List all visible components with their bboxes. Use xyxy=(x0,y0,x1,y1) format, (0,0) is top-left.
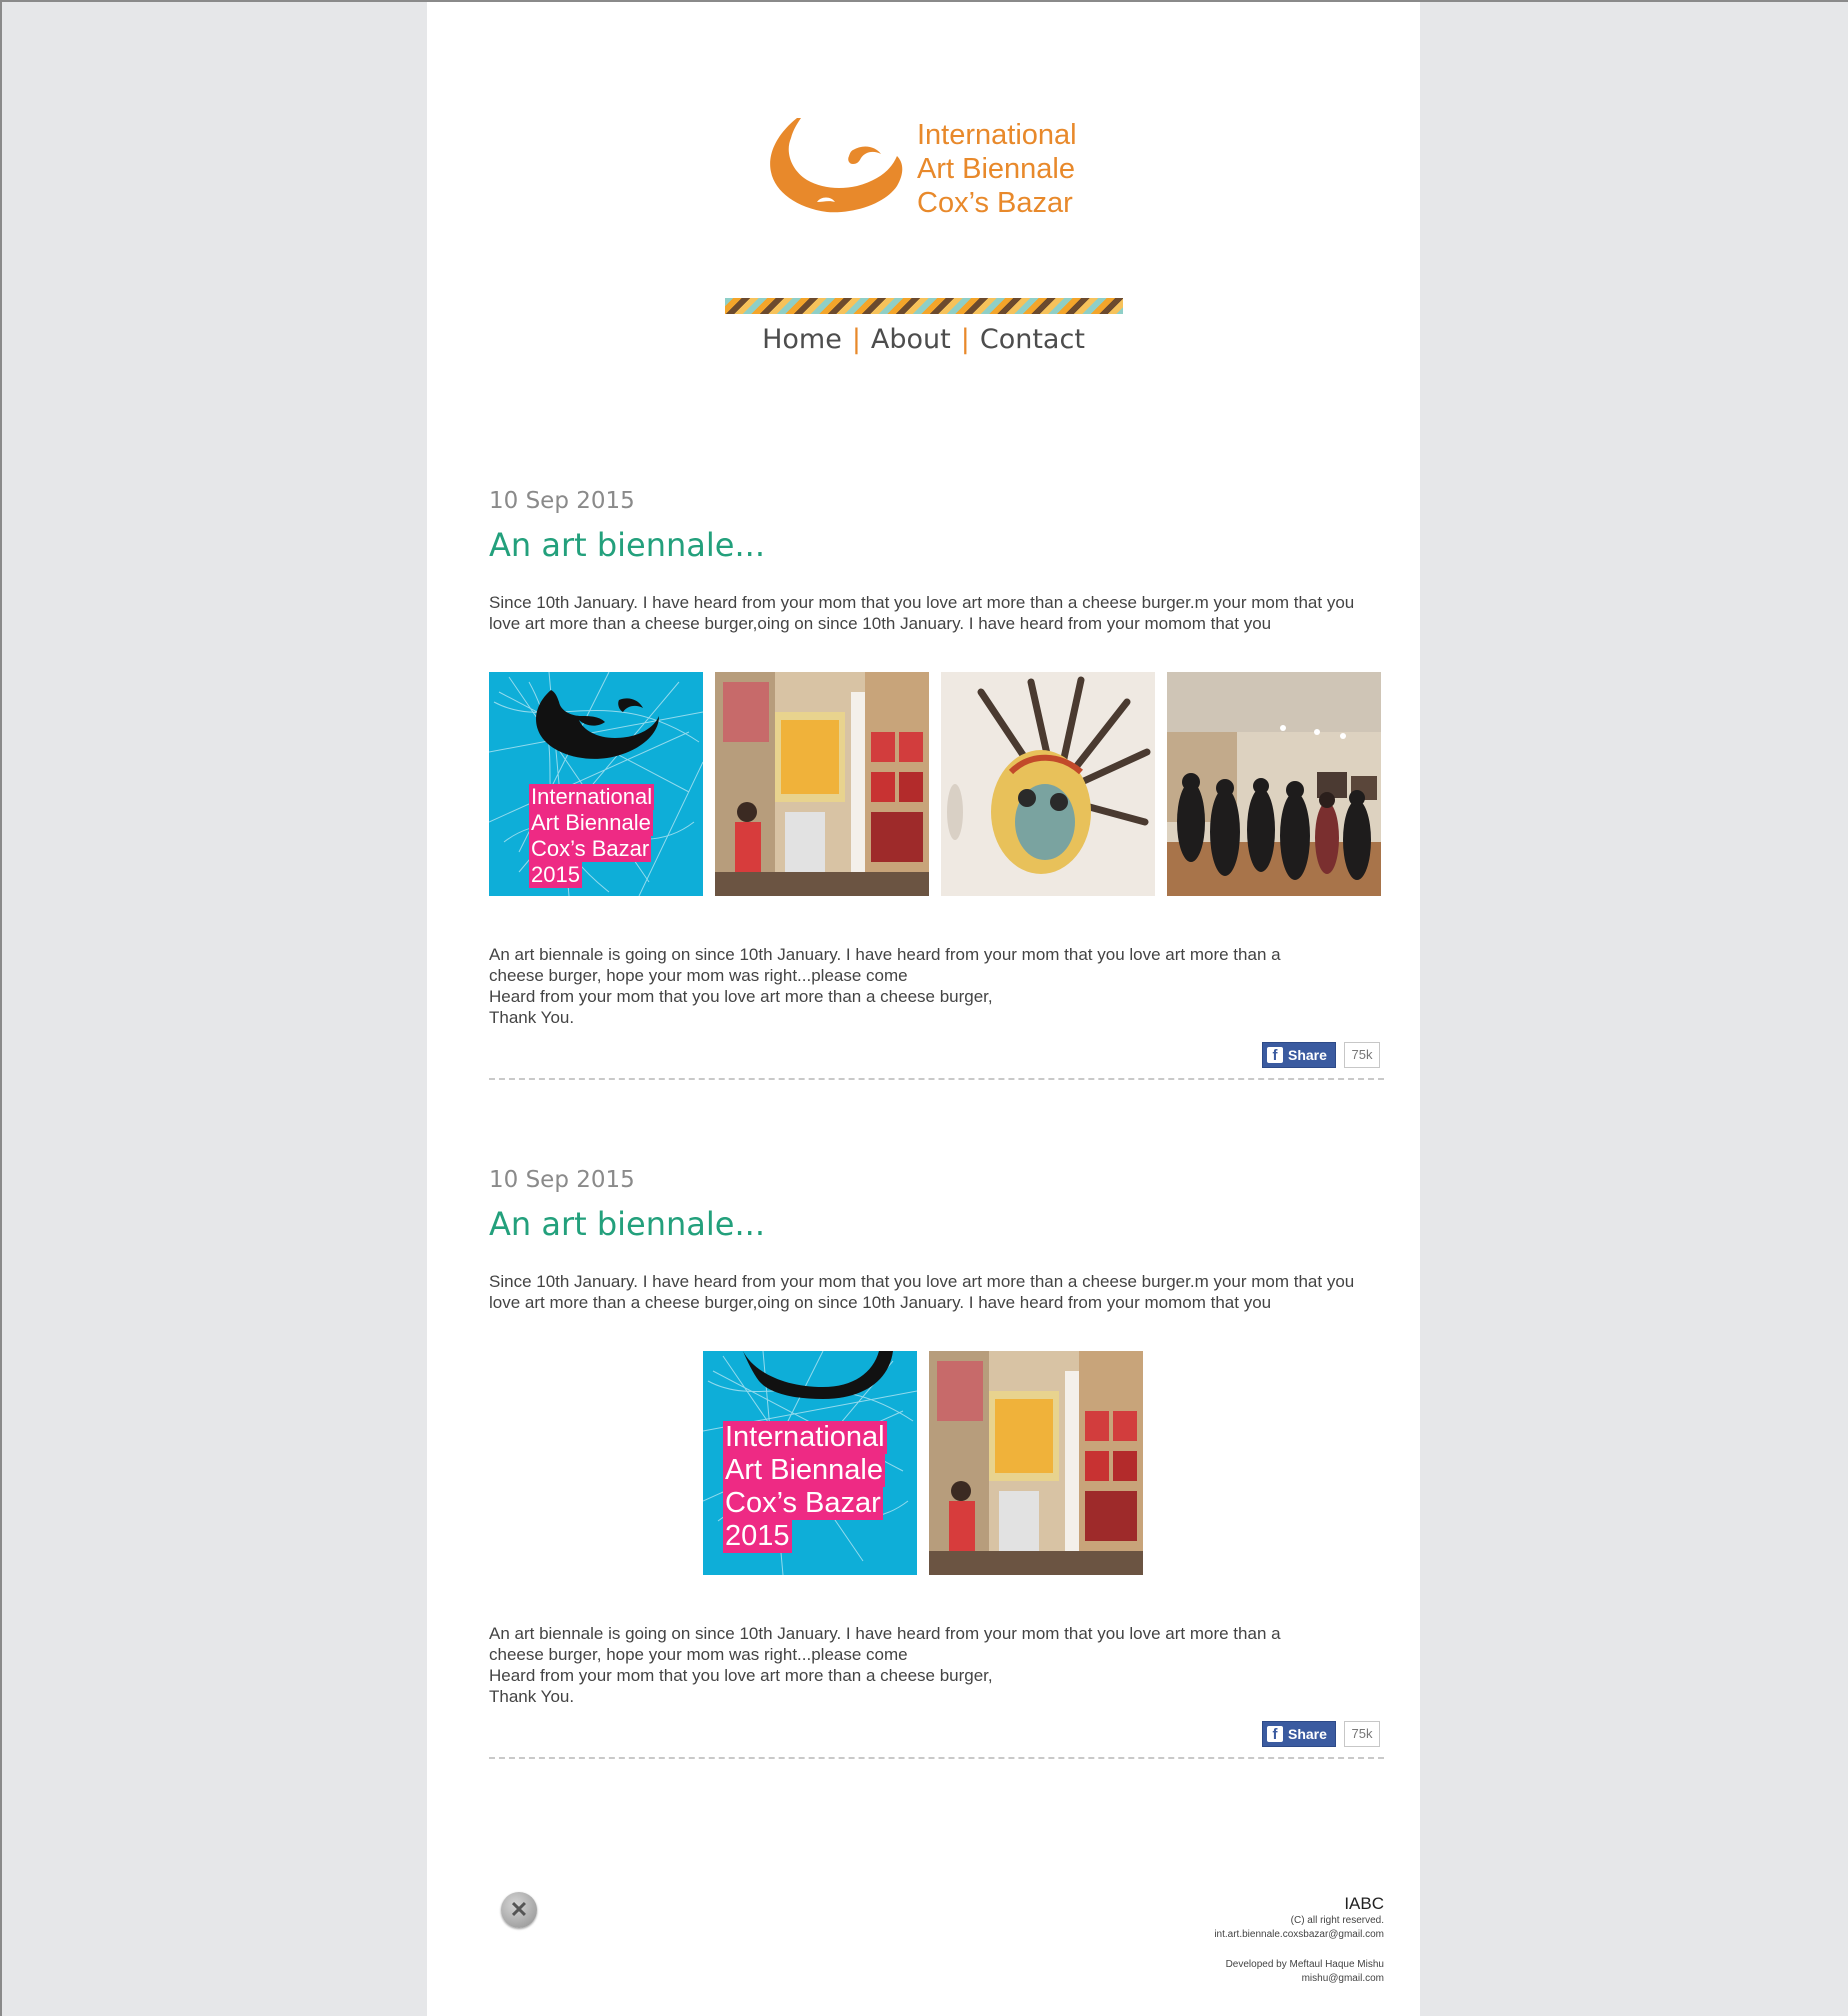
post-title[interactable]: An art biennale... xyxy=(489,1205,765,1243)
site-footer: IABC (C) all right reserved. int.art.bie… xyxy=(1214,1894,1384,1986)
post-body-line: An art biennale is going on since 10th J… xyxy=(489,1624,1281,1643)
nav-contact[interactable]: Contact xyxy=(980,324,1085,355)
main-nav: Home | About | Contact xyxy=(427,324,1420,355)
logo-wordmark: International Art Biennale Cox’s Bazar xyxy=(917,118,1077,220)
footer-rights: (C) all right reserved. xyxy=(1290,1915,1384,1926)
footer-developer: Developed by Meftaul Haque Mishu xyxy=(1225,1959,1384,1970)
gallery-image-poster[interactable]: International Art Biennale Cox’s Bazar 2… xyxy=(703,1351,917,1575)
footer-email[interactable]: int.art.biennale.coxsbazar@gmail.com xyxy=(1214,1928,1384,1942)
gallery-image-visitors[interactable] xyxy=(1167,672,1381,896)
post-body-line: Thank You. xyxy=(489,1687,575,1706)
poster-line-3: Cox’s Bazar xyxy=(723,1487,883,1520)
post-body-line: Heard from your mom that you love art mo… xyxy=(489,1666,993,1685)
page-container: International Art Biennale Cox’s Bazar H… xyxy=(427,2,1420,2016)
poster-line-3: Cox’s Bazar xyxy=(529,836,652,862)
gallery-image-paintings[interactable] xyxy=(929,1351,1143,1575)
facebook-share: f Share 75k xyxy=(1262,1042,1380,1068)
facebook-share-button[interactable]: f Share xyxy=(1262,1042,1336,1068)
site-logo[interactable]: International Art Biennale Cox’s Bazar xyxy=(757,110,1117,222)
post-intro: Since 10th January. I have heard from yo… xyxy=(489,593,1355,633)
poster-title: International Art Biennale Cox’s Bazar 2… xyxy=(529,784,655,888)
post-body: An art biennale is going on since 10th J… xyxy=(489,944,1384,1028)
gallery-paintings-photo xyxy=(929,1351,1143,1575)
share-label: Share xyxy=(1288,1726,1327,1742)
feather-mask-photo xyxy=(941,672,1155,896)
close-icon: ✕ xyxy=(509,1897,529,1922)
nav-home[interactable]: Home xyxy=(762,324,842,355)
post-title[interactable]: An art biennale... xyxy=(489,526,765,564)
poster-line-1: International xyxy=(529,784,655,810)
gallery-image-mask[interactable] xyxy=(941,672,1155,896)
facebook-icon: f xyxy=(1267,1047,1283,1064)
poster-line-2: Art Biennale xyxy=(723,1454,885,1487)
biennale-logo-mark-icon xyxy=(770,118,903,213)
post-body: An art biennale is going on since 10th J… xyxy=(489,1623,1384,1707)
post-body-line: An art biennale is going on since 10th J… xyxy=(489,945,1281,964)
facebook-share: f Share 75k xyxy=(1262,1721,1380,1747)
close-button[interactable]: ✕ xyxy=(501,1892,537,1928)
window-left-border xyxy=(0,0,2,2016)
post-date: 10 Sep 2015 xyxy=(489,488,635,514)
gallery-paintings-photo xyxy=(715,672,929,896)
exhibition-visitors-photo xyxy=(1167,672,1381,896)
post-1: 10 Sep 2015 An art biennale... Since 10t… xyxy=(489,488,1384,1080)
poster-line-1: International xyxy=(723,1421,887,1454)
post-2: 10 Sep 2015 An art biennale... Since 10t… xyxy=(489,1167,1384,1767)
post-body-line: Heard from your mom that you love art mo… xyxy=(489,987,993,1006)
post-date: 10 Sep 2015 xyxy=(489,1167,635,1193)
gallery-image-paintings[interactable] xyxy=(715,672,929,896)
post-gallery: International Art Biennale Cox’s Bazar 2… xyxy=(489,1351,1384,1575)
share-label: Share xyxy=(1288,1047,1327,1063)
post-body-line: cheese burger, hope your mom was right..… xyxy=(489,966,908,985)
post-divider xyxy=(489,1757,1384,1759)
post-gallery: International Art Biennale Cox’s Bazar 2… xyxy=(489,672,1384,896)
facebook-icon: f xyxy=(1267,1726,1283,1743)
footer-developer-email[interactable]: mishu@gmail.com xyxy=(1214,1972,1384,1986)
facebook-share-button[interactable]: f Share xyxy=(1262,1721,1336,1747)
decorative-stripe xyxy=(725,298,1123,314)
gallery-image-poster[interactable]: International Art Biennale Cox’s Bazar 2… xyxy=(489,672,703,896)
share-count: 75k xyxy=(1344,1721,1380,1747)
post-body-line: Thank You. xyxy=(489,1008,575,1027)
nav-separator: | xyxy=(960,324,970,355)
footer-title: IABC xyxy=(1344,1894,1384,1913)
post-divider xyxy=(489,1078,1384,1080)
post-body-line: cheese burger, hope your mom was right..… xyxy=(489,1645,908,1664)
poster-line-4: 2015 xyxy=(723,1520,792,1553)
poster-line-4: 2015 xyxy=(529,862,582,888)
nav-separator: | xyxy=(851,324,861,355)
logo-line-3: Cox’s Bazar xyxy=(917,187,1073,219)
logo-line-1: International xyxy=(917,119,1077,151)
poster-title: International Art Biennale Cox’s Bazar 2… xyxy=(723,1421,887,1553)
post-intro: Since 10th January. I have heard from yo… xyxy=(489,1272,1355,1312)
share-count: 75k xyxy=(1344,1042,1380,1068)
nav-about[interactable]: About xyxy=(871,324,951,355)
logo-line-2: Art Biennale xyxy=(917,153,1075,185)
poster-line-2: Art Biennale xyxy=(529,810,653,836)
